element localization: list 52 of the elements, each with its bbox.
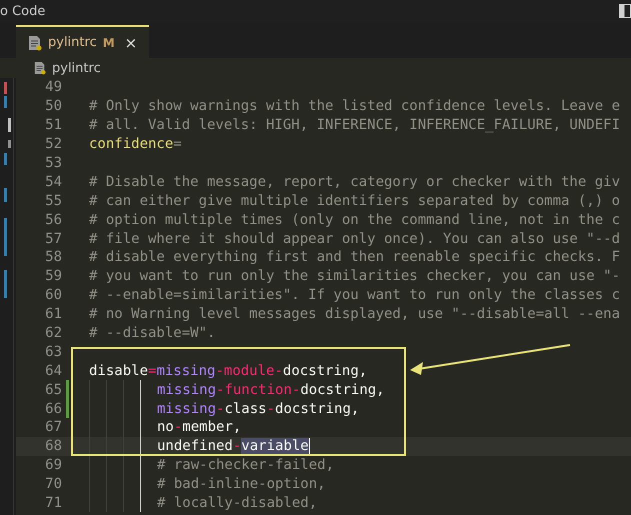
line-number: 67 <box>44 419 62 436</box>
file-icon <box>34 61 46 75</box>
line-number: 68 <box>44 438 62 454</box>
code-line: # locally-disabled, <box>157 495 318 512</box>
code-line: no-member, <box>157 419 242 436</box>
line-number: 51 <box>44 117 62 134</box>
code-line: # all. Valid levels: HIGH, INFERENCE, INFERENCE_FAILURE, UNDEFI <box>89 117 620 134</box>
code-line: # disable everything first and then reenable specific checks. F <box>89 249 620 266</box>
code-line: # --disable=W". <box>89 325 216 342</box>
code-line: # option multiple times (only on the command line, not in the c <box>89 212 620 228</box>
layout-icon[interactable] <box>619 4 631 18</box>
code-line: # Only show warnings with the listed confidence levels. Leave e <box>89 98 620 114</box>
code-line: # Disable the message, report, category or checker with the giv <box>89 174 620 190</box>
code-line: # file where it should appear only once). You can also use "--d <box>89 230 620 247</box>
line-number: 58 <box>44 249 62 266</box>
line-number: 54 <box>44 174 62 190</box>
line-number: 65 <box>44 382 62 398</box>
code-line: # you want to run only the similarities checker, you can use "- <box>89 268 620 284</box>
line-number: 66 <box>44 400 62 417</box>
code-line: undefined-variable <box>157 438 310 454</box>
line-number: 63 <box>44 344 62 360</box>
line-number: 64 <box>44 362 62 379</box>
line-number: 50 <box>44 98 62 114</box>
line-number: 53 <box>44 155 62 171</box>
code-line: # can either give multiple identifiers separated by comma (,) o <box>89 192 620 209</box>
code-line: missing-class-docstring, <box>157 400 360 417</box>
file-tab[interactable]: pylintrc M × <box>16 25 150 58</box>
code-line: disable=missing-module-docstring, <box>89 362 368 379</box>
line-number: 49 <box>44 79 62 96</box>
line-number: 55 <box>44 192 62 209</box>
code-line: # bad-inline-option, <box>157 476 326 492</box>
code-line: # no Warning level messages displayed, use "--disable=all --ena <box>89 306 620 322</box>
line-number: 69 <box>44 457 62 474</box>
line-number: 57 <box>44 230 62 247</box>
line-number: 62 <box>44 325 62 342</box>
line-number: 60 <box>44 287 62 304</box>
close-button[interactable]: × <box>124 34 138 52</box>
window-title: o Code <box>0 4 46 18</box>
line-number: 52 <box>44 136 62 152</box>
file-icon <box>28 34 42 50</box>
breadcrumb-item[interactable]: pylintrc <box>52 60 101 76</box>
line-number: 71 <box>44 495 62 512</box>
code-line: confidence= <box>89 136 182 152</box>
tab-label: pylintrc <box>48 35 97 50</box>
line-number: 70 <box>44 476 62 492</box>
code-line: # raw-checker-failed, <box>157 457 334 474</box>
code-line: # --enable=similarities". If you want to run only the classes c <box>89 287 620 304</box>
modified-label: M <box>102 36 115 50</box>
line-number: 61 <box>44 306 62 322</box>
line-number: 59 <box>44 268 62 284</box>
code-line: missing-function-docstring, <box>157 382 385 398</box>
line-number: 56 <box>44 212 62 228</box>
